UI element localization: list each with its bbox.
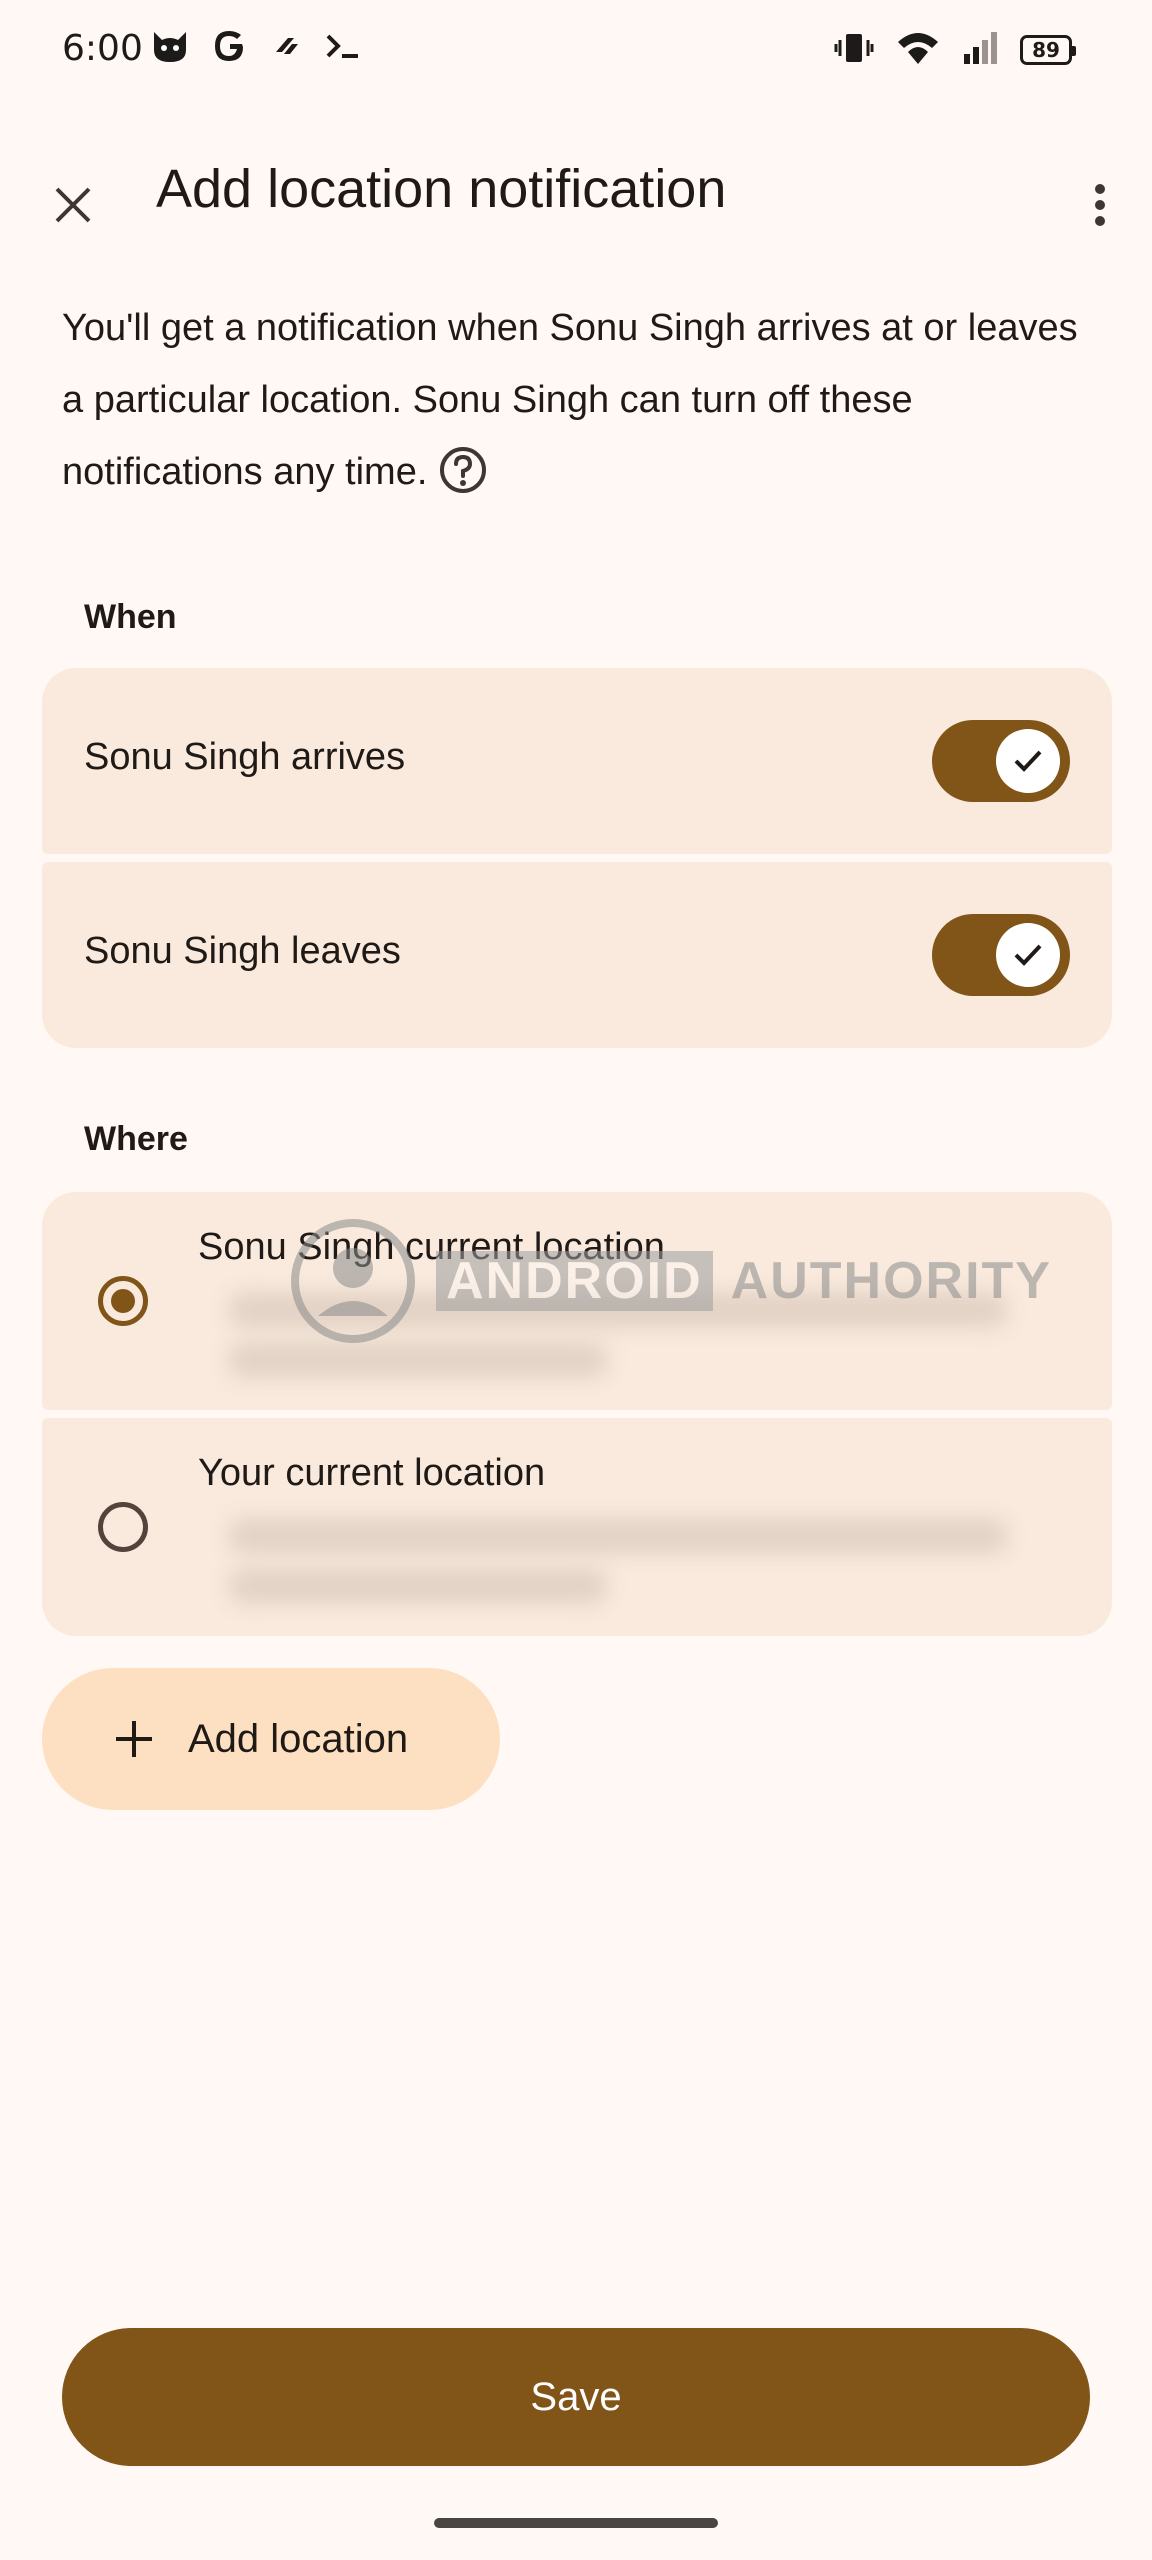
where-section-label: Where — [84, 1120, 188, 1158]
help-icon[interactable] — [439, 446, 487, 494]
blurred-address — [228, 1292, 1008, 1328]
description-body: You'll get a notification when Sonu Sing… — [62, 307, 1078, 493]
leaves-label: Sonu Singh leaves — [84, 930, 401, 972]
blurred-address — [228, 1518, 1008, 1554]
vibrate-icon — [834, 30, 874, 70]
save-button[interactable]: Save — [62, 2328, 1090, 2466]
status-time: 6:00 — [62, 28, 143, 69]
radio-your-location[interactable] — [98, 1502, 148, 1552]
google-icon — [212, 28, 248, 68]
close-icon — [55, 187, 91, 223]
radio-contact-location[interactable] — [98, 1276, 148, 1326]
arrives-label: Sonu Singh arrives — [84, 736, 406, 778]
page-title: Add location notification — [156, 159, 727, 219]
more-options-button[interactable] — [1060, 162, 1140, 248]
app-bar: Add location notification — [0, 140, 1152, 250]
add-location-button[interactable]: Add location — [42, 1668, 500, 1810]
battery-icon: 89 — [1020, 35, 1076, 65]
status-bar: 6:00 89 — [0, 0, 1152, 100]
home-indicator[interactable] — [434, 2518, 718, 2528]
plus-icon — [116, 1721, 152, 1757]
leaves-toggle[interactable] — [932, 914, 1070, 996]
when-arrives-row[interactable]: Sonu Singh arrives — [42, 668, 1112, 854]
add-location-label: Add location — [188, 1716, 409, 1761]
where-option-your-location[interactable]: Your current location — [42, 1418, 1112, 1636]
terminal-icon — [324, 30, 364, 66]
close-button[interactable] — [30, 162, 116, 248]
feedly-icon — [270, 30, 302, 66]
check-icon — [1014, 750, 1042, 772]
wifi-icon — [896, 30, 940, 70]
signal-icon — [962, 30, 998, 70]
your-location-label: Your current location — [198, 1452, 546, 1494]
more-vert-icon — [1095, 184, 1105, 226]
where-option-contact-location[interactable]: Sonu Singh current location — [42, 1192, 1112, 1410]
arrives-toggle[interactable] — [932, 720, 1070, 802]
check-icon — [1014, 944, 1042, 966]
when-leaves-row[interactable]: Sonu Singh leaves — [42, 862, 1112, 1048]
description-text: You'll get a notification when Sonu Sing… — [62, 292, 1102, 508]
when-section-label: When — [84, 598, 177, 636]
cat-notification-icon — [150, 28, 190, 68]
blurred-address — [228, 1568, 608, 1604]
blurred-address — [228, 1342, 608, 1378]
contact-location-label: Sonu Singh current location — [198, 1226, 665, 1268]
